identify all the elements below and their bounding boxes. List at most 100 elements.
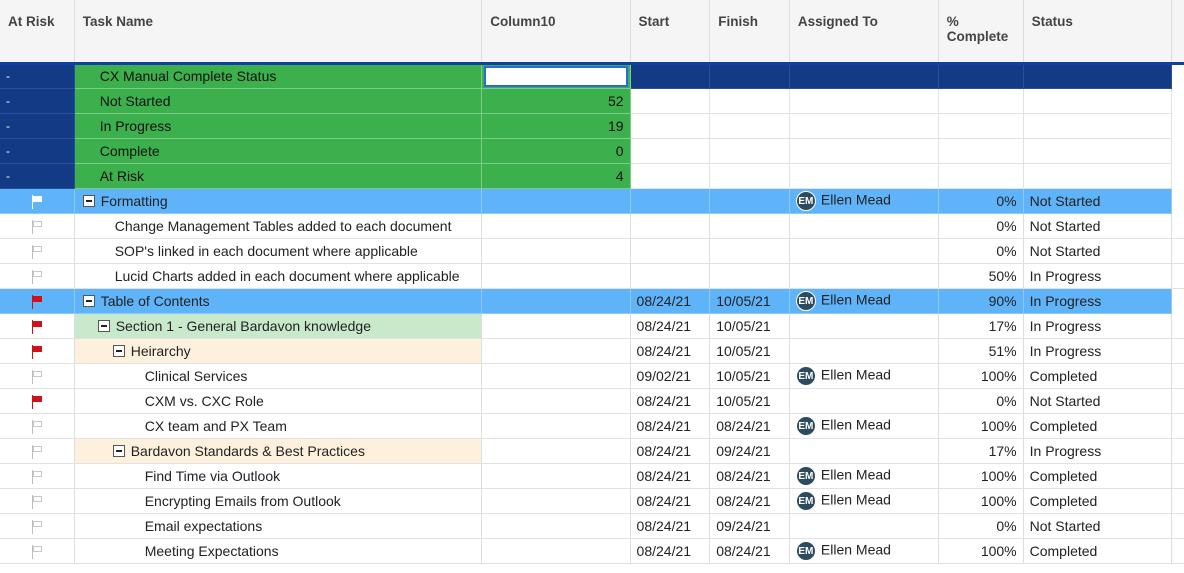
- pct-cell[interactable]: 90%: [938, 288, 1024, 314]
- start-cell[interactable]: [630, 238, 711, 264]
- assigned-cell[interactable]: EM Ellen Mead: [789, 188, 939, 214]
- status-cell[interactable]: In Progress: [1023, 263, 1172, 289]
- column10-cell[interactable]: [481, 488, 631, 514]
- flag-icon[interactable]: [31, 344, 43, 359]
- column-header-assigned-to[interactable]: Assigned To: [789, 0, 939, 65]
- pct-cell[interactable]: [938, 63, 1024, 89]
- assigned-cell[interactable]: [789, 388, 939, 414]
- column10-cell[interactable]: [481, 388, 631, 414]
- finish-cell[interactable]: [709, 138, 790, 164]
- status-cell[interactable]: Not Started: [1023, 513, 1172, 539]
- start-cell[interactable]: [630, 263, 711, 289]
- assigned-cell[interactable]: [789, 213, 939, 239]
- flag-icon[interactable]: [31, 369, 43, 384]
- assigned-cell[interactable]: [789, 138, 939, 164]
- pct-cell[interactable]: 50%: [938, 263, 1024, 289]
- flag-icon[interactable]: [31, 394, 43, 409]
- finish-cell[interactable]: [709, 188, 790, 214]
- at-risk-cell[interactable]: -: [0, 88, 75, 114]
- pct-cell[interactable]: 100%: [938, 363, 1024, 389]
- column10-cell[interactable]: [481, 63, 631, 89]
- status-cell[interactable]: Completed: [1023, 413, 1172, 439]
- finish-cell[interactable]: 10/05/21: [709, 363, 790, 389]
- column-header-pct-complete[interactable]: % Complete: [938, 0, 1024, 65]
- start-cell[interactable]: 08/24/21: [630, 413, 711, 439]
- column-header-at-risk[interactable]: At Risk: [0, 0, 75, 65]
- pct-cell[interactable]: 0%: [938, 238, 1024, 264]
- assigned-cell[interactable]: EM Ellen Mead: [789, 463, 939, 489]
- column10-cell[interactable]: [481, 363, 631, 389]
- column10-cell[interactable]: [481, 288, 631, 314]
- at-risk-cell[interactable]: [0, 538, 75, 564]
- assigned-cell[interactable]: [789, 238, 939, 264]
- column10-cell[interactable]: 19: [481, 113, 631, 139]
- task-row[interactable]: CX team and PX Team 08/24/21 08/24/21 EM…: [0, 413, 1184, 439]
- at-risk-cell[interactable]: -: [0, 113, 75, 139]
- column-header-status[interactable]: Status: [1023, 0, 1172, 65]
- pct-cell[interactable]: 51%: [938, 338, 1024, 364]
- flag-icon[interactable]: [31, 294, 43, 309]
- status-cell[interactable]: Not Started: [1023, 188, 1172, 214]
- status-cell[interactable]: [1023, 63, 1172, 89]
- task-row[interactable]: Bardavon Standards & Best Practices 08/2…: [0, 438, 1184, 464]
- assigned-cell[interactable]: [789, 438, 939, 464]
- at-risk-cell[interactable]: [0, 388, 75, 414]
- pct-cell[interactable]: 100%: [938, 463, 1024, 489]
- start-cell[interactable]: 09/02/21: [630, 363, 711, 389]
- column10-cell[interactable]: [481, 338, 631, 364]
- assigned-cell[interactable]: [789, 113, 939, 139]
- finish-cell[interactable]: 09/24/21: [709, 513, 790, 539]
- finish-cell[interactable]: [709, 263, 790, 289]
- start-cell[interactable]: 08/24/21: [630, 288, 711, 314]
- status-cell[interactable]: [1023, 163, 1172, 189]
- pct-cell[interactable]: 17%: [938, 313, 1024, 339]
- summary-row[interactable]: - CX Manual Complete Status: [0, 63, 1184, 89]
- status-cell[interactable]: In Progress: [1023, 438, 1172, 464]
- column10-cell[interactable]: 0: [481, 138, 631, 164]
- assigned-cell[interactable]: [789, 263, 939, 289]
- at-risk-cell[interactable]: -: [0, 163, 75, 189]
- task-row[interactable]: CXM vs. CXC Role 08/24/21 10/05/21 0% No…: [0, 388, 1184, 414]
- task-row[interactable]: Encrypting Emails from Outlook 08/24/21 …: [0, 488, 1184, 514]
- finish-cell[interactable]: 08/24/21: [709, 413, 790, 439]
- at-risk-cell[interactable]: [0, 363, 75, 389]
- start-cell[interactable]: [630, 213, 711, 239]
- task-row[interactable]: Email expectations 08/24/21 09/24/21 0% …: [0, 513, 1184, 539]
- column-header-finish[interactable]: Finish: [709, 0, 790, 65]
- task-row[interactable]: Heirarchy 08/24/21 10/05/21 51% In Progr…: [0, 338, 1184, 364]
- at-risk-cell[interactable]: [0, 463, 75, 489]
- assigned-cell[interactable]: [789, 63, 939, 89]
- assigned-cell[interactable]: EM Ellen Mead: [789, 538, 939, 564]
- finish-cell[interactable]: 08/24/21: [709, 463, 790, 489]
- pct-cell[interactable]: 100%: [938, 413, 1024, 439]
- at-risk-cell[interactable]: [0, 313, 75, 339]
- assigned-cell[interactable]: [789, 338, 939, 364]
- at-risk-cell[interactable]: [0, 413, 75, 439]
- task-name-cell[interactable]: Section 1 - General Bardavon knowledge: [74, 313, 483, 339]
- finish-cell[interactable]: [709, 213, 790, 239]
- collapse-icon[interactable]: [82, 294, 95, 307]
- column-header-task-name[interactable]: Task Name: [74, 0, 483, 65]
- start-cell[interactable]: [630, 88, 711, 114]
- task-name-cell[interactable]: Complete: [74, 138, 483, 164]
- task-row[interactable]: Formatting EM Ellen Mead 0% Not Started: [0, 188, 1184, 214]
- assigned-cell[interactable]: EM Ellen Mead: [789, 488, 939, 514]
- pct-cell[interactable]: 17%: [938, 438, 1024, 464]
- column10-cell[interactable]: [481, 438, 631, 464]
- at-risk-cell[interactable]: -: [0, 63, 75, 89]
- status-cell[interactable]: In Progress: [1023, 288, 1172, 314]
- column10-cell[interactable]: [481, 213, 631, 239]
- assigned-cell[interactable]: EM Ellen Mead: [789, 413, 939, 439]
- assigned-cell[interactable]: [789, 513, 939, 539]
- column10-cell[interactable]: [481, 313, 631, 339]
- column10-cell[interactable]: 4: [481, 163, 631, 189]
- task-name-cell[interactable]: CXM vs. CXC Role: [74, 388, 483, 414]
- collapse-icon[interactable]: [112, 444, 125, 457]
- start-cell[interactable]: 08/24/21: [630, 313, 711, 339]
- status-cell[interactable]: Completed: [1023, 463, 1172, 489]
- finish-cell[interactable]: 10/05/21: [709, 313, 790, 339]
- pct-cell[interactable]: 0%: [938, 513, 1024, 539]
- flag-icon[interactable]: [31, 219, 43, 234]
- flag-icon[interactable]: [31, 494, 43, 509]
- task-name-cell[interactable]: Change Management Tables added to each d…: [74, 213, 483, 239]
